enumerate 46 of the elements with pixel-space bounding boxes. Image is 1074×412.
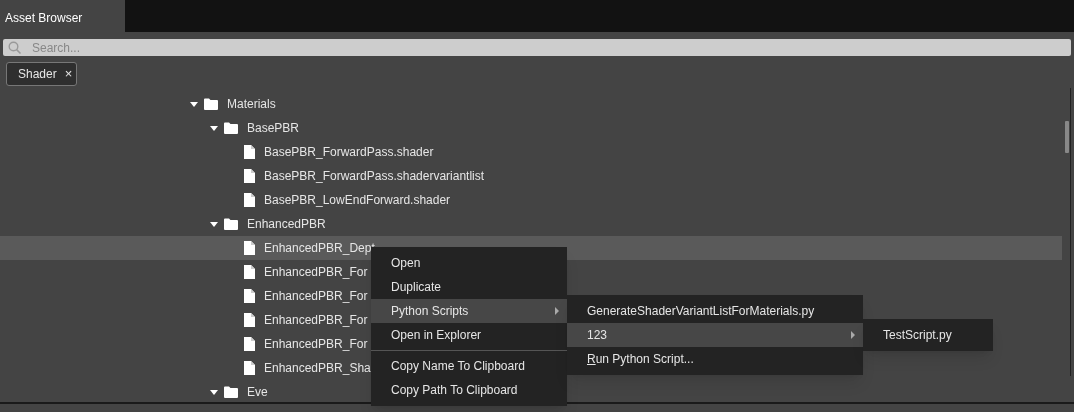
expand-arrow-icon[interactable] — [210, 389, 218, 395]
remove-filter-button[interactable]: × — [64, 64, 73, 84]
submenu-arrow-icon — [555, 307, 559, 315]
expand-arrow-icon[interactable] — [210, 221, 218, 227]
file-name[interactable]: EnhancedPBR_For — [264, 311, 368, 329]
file-name[interactable]: BasePBR_ForwardPass.shader — [264, 143, 434, 161]
menu-item[interactable]: Copy Name To Clipboard — [371, 354, 567, 378]
folder-icon — [224, 218, 238, 230]
file-name[interactable]: BasePBR_ForwardPass.shadervariantlist — [264, 167, 485, 185]
filter-label: Shader — [18, 66, 57, 83]
folder-name[interactable]: BasePBR — [247, 119, 300, 137]
search-field[interactable]: Search... — [3, 39, 1071, 56]
menu-item[interactable]: TestScript.py — [863, 323, 993, 347]
file-icon — [244, 169, 255, 183]
file-icon — [244, 265, 255, 279]
file-icon — [244, 145, 255, 159]
folder-icon — [224, 122, 238, 134]
menu-item[interactable]: Python Scripts — [371, 299, 567, 323]
tab[interactable]: Asset Browser — [0, 0, 125, 32]
file-name[interactable]: EnhancedPBR_For — [264, 287, 368, 305]
search-icon — [8, 41, 22, 55]
file-name[interactable]: EnhancedPBR_For — [264, 263, 368, 281]
menu-item[interactable]: Run Python Script... — [567, 347, 863, 371]
file-name[interactable]: BasePBR_LowEndForward.shader — [264, 191, 451, 209]
menu-item[interactable]: Copy Path To Clipboard — [371, 378, 567, 402]
folder-name[interactable]: EnhancedPBR — [247, 215, 326, 233]
menu-item[interactable]: 123 — [567, 323, 863, 347]
folder-icon — [224, 386, 238, 398]
expand-arrow-icon[interactable] — [190, 101, 198, 107]
file-icon — [244, 337, 255, 351]
menu-item[interactable]: GenerateShaderVariantListForMaterials.py — [567, 299, 863, 323]
scrollbar-thumb[interactable] — [1065, 121, 1069, 153]
folder-name[interactable]: Materials — [227, 95, 276, 113]
folder-name[interactable]: Eve — [247, 383, 268, 401]
file-icon — [244, 241, 255, 255]
expand-arrow-icon[interactable] — [210, 125, 218, 131]
file-name[interactable]: EnhancedPBR_Sha — [264, 359, 371, 377]
folder-icon — [204, 98, 218, 110]
submenu-arrow-icon — [851, 331, 855, 339]
file-icon — [244, 193, 255, 207]
menu-item[interactable]: Duplicate — [371, 275, 567, 299]
menu-item[interactable]: Open in Explorer — [371, 323, 567, 347]
file-name[interactable]: EnhancedPBR_For — [264, 335, 368, 353]
file-icon — [244, 313, 255, 327]
file-icon — [244, 289, 255, 303]
file-icon — [244, 361, 255, 375]
